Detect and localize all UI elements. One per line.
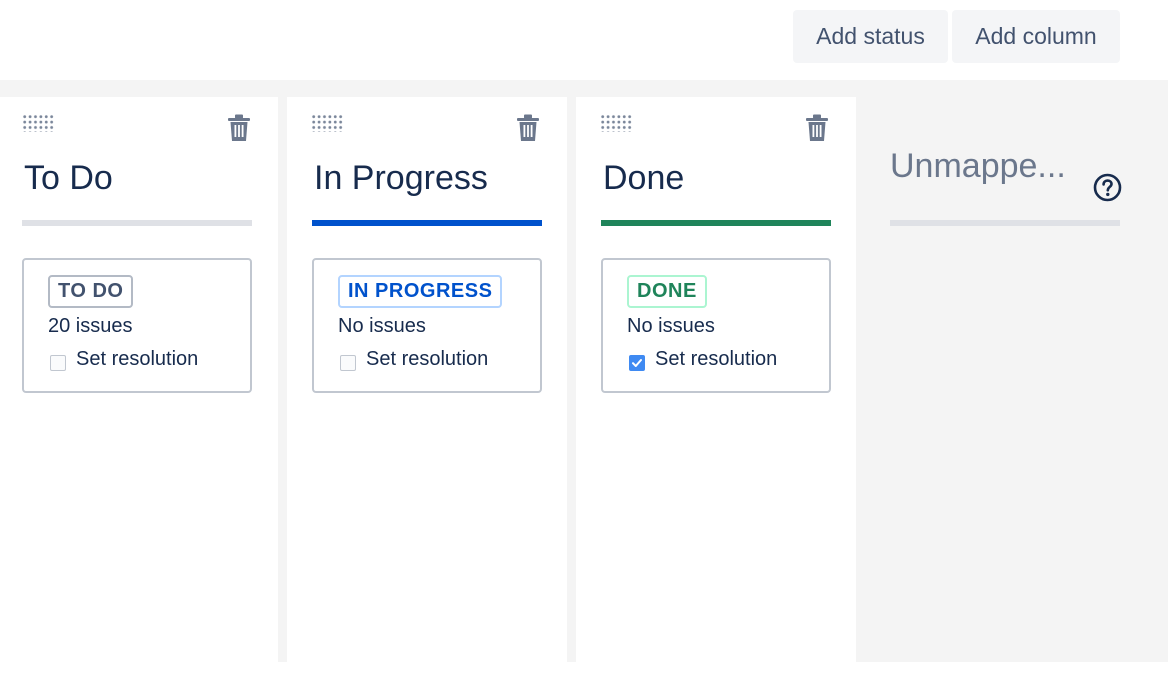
- resolution-label: Set resolution: [76, 348, 199, 370]
- set-resolution-toggle[interactable]: Set resolution: [629, 348, 777, 371]
- set-resolution-toggle[interactable]: Set resolution: [50, 348, 198, 371]
- resolution-checkbox[interactable]: [629, 354, 645, 371]
- column-color-bar: [22, 220, 252, 226]
- resolution-label: Set resolution: [366, 348, 489, 370]
- status-lozenge: IN PROGRESS: [338, 275, 503, 308]
- column-title[interactable]: In Progress: [314, 159, 488, 198]
- status-lozenge: DONE: [627, 275, 707, 308]
- column-color-bar: [312, 220, 542, 226]
- column-to-do: To Do TO DO 20 issues Set resolution: [0, 97, 278, 662]
- unmapped-color-bar: [890, 220, 1120, 226]
- set-resolution-toggle[interactable]: Set resolution: [340, 348, 488, 371]
- column-board: To Do TO DO 20 issues Set resolution In …: [0, 80, 1168, 662]
- resolution-checkbox[interactable]: [50, 354, 66, 371]
- column-in-progress: In Progress IN PROGRESS No issues Set re…: [287, 97, 567, 662]
- unmapped-statuses-column: Unmappe...: [857, 97, 1168, 662]
- resolution-checkbox[interactable]: [340, 354, 356, 371]
- drag-handle-icon[interactable]: [600, 114, 632, 132]
- add-column-button[interactable]: Add column: [952, 10, 1120, 63]
- checkmark-icon: [632, 358, 642, 367]
- trash-icon[interactable]: [806, 114, 828, 142]
- issue-count: 20 issues: [48, 315, 133, 337]
- status-lozenge: TO DO: [48, 275, 134, 308]
- resolution-label: Set resolution: [655, 348, 778, 370]
- trash-icon[interactable]: [517, 114, 539, 142]
- issue-count: No issues: [627, 315, 715, 337]
- column-done: Done DONE No issues Set resolution: [576, 97, 856, 662]
- column-title[interactable]: To Do: [24, 159, 113, 198]
- board-toolbar: Add status Add column: [0, 0, 1168, 80]
- column-color-bar: [601, 220, 831, 226]
- question-circle-icon[interactable]: [1093, 173, 1122, 202]
- status-card-done[interactable]: DONE No issues Set resolution: [601, 258, 831, 393]
- unmapped-title: Unmappe...: [890, 147, 1066, 185]
- column-title[interactable]: Done: [603, 159, 684, 198]
- drag-handle-icon[interactable]: [22, 114, 54, 132]
- drag-handle-icon[interactable]: [311, 114, 343, 132]
- status-card-to-do[interactable]: TO DO 20 issues Set resolution: [22, 258, 252, 393]
- issue-count: No issues: [338, 315, 426, 337]
- trash-icon[interactable]: [228, 114, 250, 142]
- add-status-button[interactable]: Add status: [793, 10, 948, 63]
- status-card-in-progress[interactable]: IN PROGRESS No issues Set resolution: [312, 258, 542, 393]
